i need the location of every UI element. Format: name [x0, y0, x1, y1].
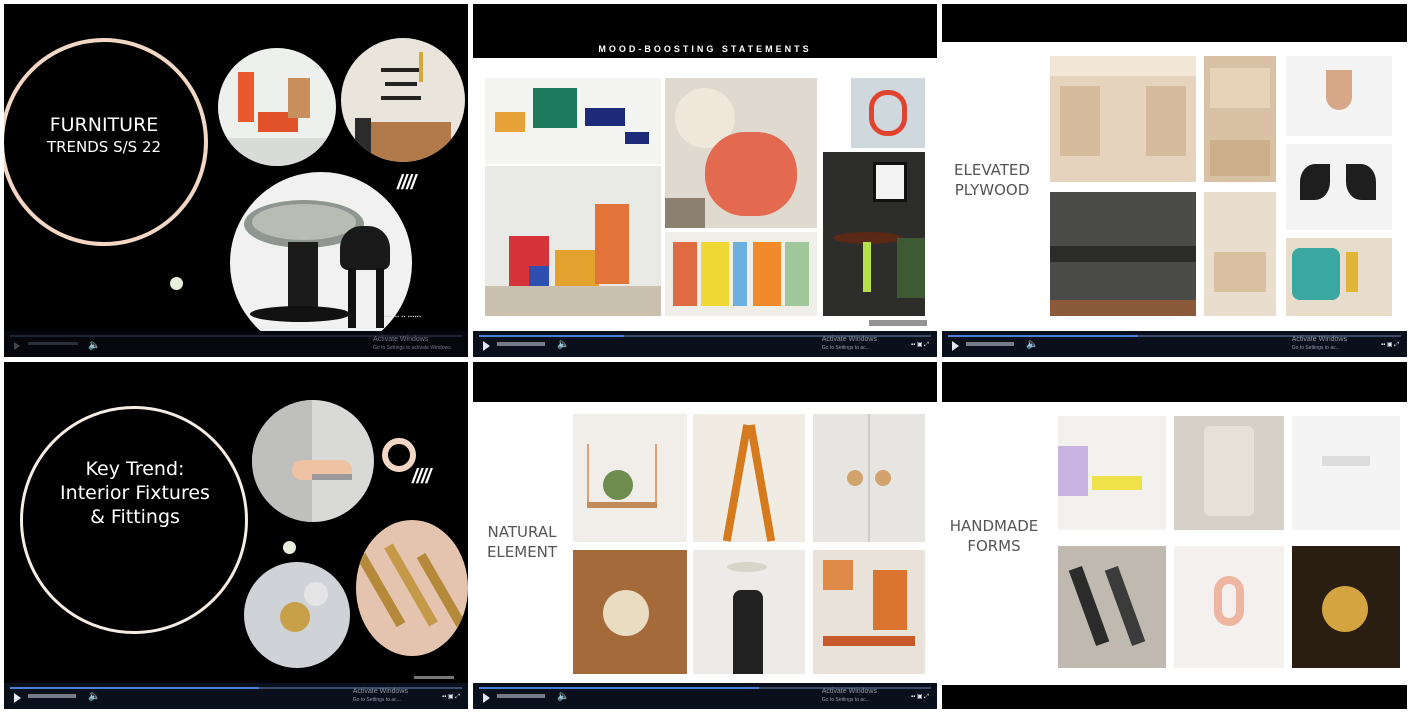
red-chair-photo: [851, 78, 925, 148]
time-readout: [966, 342, 1014, 346]
dining-room-photo: [341, 38, 465, 162]
time-readout: [28, 342, 78, 345]
time-readout: [497, 694, 545, 698]
activate-windows-watermark: Activate Windows Go to Settings to ac...: [821, 688, 877, 703]
side-table-photo: [823, 152, 925, 316]
wood-knobs-photo: [813, 414, 925, 542]
slide-furniture-trends[interactable]: FURNITURE TRENDS S/S 22 //// ▪▪▪▪ ▪▪ ▪▪ …: [4, 4, 468, 357]
kitchen-photo: [1204, 56, 1276, 182]
shop-interior-photo: [1050, 56, 1196, 182]
white-sculpture-photo: [1292, 416, 1400, 530]
volume-icon[interactable]: 🔈: [557, 692, 569, 702]
volume-icon[interactable]: 🔈: [557, 340, 569, 350]
time-readout: [497, 342, 545, 346]
media-player-bar[interactable]: 🔈 Activate Windows Go to Settings to ac.…: [942, 331, 1407, 357]
lounge-chairs-photo: [1286, 144, 1392, 230]
slide-mood-boosting[interactable]: MOOD-BOOSTING STATEMENTS �: [473, 4, 937, 357]
marble-table-photo: [230, 172, 412, 354]
leather-pulls-photo: [813, 550, 925, 674]
slide-title: NATURAL ELEMENT: [486, 523, 558, 562]
seek-fill: [948, 335, 1139, 337]
slide-title: Key Trend: Interior Fixtures & Fittings: [60, 458, 210, 528]
slide-stamp: [414, 676, 454, 679]
volume-icon[interactable]: 🔈: [88, 340, 100, 351]
coat-hook-photo: [693, 550, 805, 674]
colorful-rug-photo: [1286, 238, 1392, 316]
time-readout: [28, 694, 76, 698]
media-player-bar[interactable]: 🔈 Activate Windows Go to Settings to act…: [4, 331, 468, 357]
plywood-vase-photo: [1286, 56, 1392, 136]
lilac-handle-photo: [1058, 416, 1166, 530]
desk-room-photo: [1204, 192, 1276, 316]
seek-fill: [479, 335, 624, 337]
seek-fill: [10, 687, 259, 689]
slide-title: ELEVATED PLYWOOD: [954, 161, 1030, 200]
slide-key-trend[interactable]: Key Trend: Interior Fixtures & Fittings …: [4, 362, 468, 709]
orange-furniture-photo: [218, 48, 336, 166]
green-furniture-photo: [485, 78, 661, 164]
stone-texture-photo: [1174, 416, 1284, 530]
brass-hardware-photo: [244, 562, 350, 668]
volume-icon[interactable]: 🔈: [88, 692, 100, 702]
orange-easel-photo: [693, 414, 805, 542]
storage-cabinets-photo: [665, 232, 817, 316]
slide-elevated-plywood[interactable]: ELEVATED PLYWOOD 🔈 Activate Windows Go t…: [942, 4, 1407, 357]
activate-windows-watermark: Activate Windows Go to Settings to activ…: [373, 336, 452, 351]
player-controls[interactable]: ▪▪ ▣ ⤢: [911, 341, 929, 349]
dark-cabinets-photo: [1050, 192, 1196, 316]
activate-windows-watermark: Activate Windows Go to Settings to ac...: [821, 336, 877, 351]
header-bar: [473, 362, 937, 402]
accent-dot: [170, 277, 183, 290]
media-player-bar[interactable]: 🔈 Activate Windows Go to Settings to ac.…: [4, 683, 468, 709]
door-handle-photo: [252, 400, 374, 522]
slide-title: FURNITURE TRENDS S/S 22: [46, 114, 162, 156]
media-player-bar[interactable]: 🔈 Activate Windows Go to Settings to ac.…: [473, 331, 937, 357]
wall-shelf-photo: [573, 414, 687, 542]
orange-armchair-photo: [665, 78, 817, 228]
slide-title: HANDMADE FORMS: [949, 517, 1039, 556]
play-icon[interactable]: [14, 342, 20, 350]
header-bar: [942, 362, 1407, 402]
gold-knobs-photo: [1292, 546, 1400, 668]
player-controls[interactable]: ▪▪ ▣ ⤢: [442, 693, 460, 701]
play-icon[interactable]: [483, 693, 490, 703]
seek-fill: [479, 687, 760, 689]
slide-handmade-forms[interactable]: HANDMADE FORMS: [942, 362, 1407, 709]
player-controls[interactable]: ▪▪ ▣ ⤢: [911, 693, 929, 701]
photo-caption-tag: [869, 320, 927, 326]
brass-pulls-photo: [356, 520, 468, 656]
slide-header: MOOD-BOOSTING STATEMENTS: [598, 44, 812, 54]
slash-decoration: ////: [397, 172, 416, 194]
dark-handles-photo: [1058, 546, 1166, 668]
colorful-stools-photo: [485, 166, 661, 316]
accent-dot: [283, 541, 296, 554]
pink-hook-photo: [1174, 546, 1284, 668]
header-bar: [942, 4, 1407, 42]
footer-bar: [942, 685, 1407, 709]
play-icon[interactable]: [483, 341, 490, 351]
player-controls[interactable]: ▪▪ ▣ ⤢: [1381, 341, 1399, 349]
slash-decoration: ////: [412, 466, 431, 488]
activate-windows-watermark: Activate Windows Go to Settings to ac...: [1291, 336, 1347, 351]
media-player-bar[interactable]: 🔈 Activate Windows Go to Settings to ac.…: [473, 683, 937, 709]
volume-icon[interactable]: 🔈: [1026, 340, 1038, 350]
slide-stamp: ▪▪▪▪ ▪▪ ▪▪ ▪▪▪▪▪▪: [384, 314, 422, 320]
header-bar: MOOD-BOOSTING STATEMENTS: [473, 4, 937, 58]
small-ring: [382, 438, 416, 472]
rope-knot-knob-photo: [573, 550, 687, 674]
play-icon[interactable]: [952, 341, 959, 351]
activate-windows-watermark: Activate Windows Go to Settings to ac...: [352, 688, 408, 703]
play-icon[interactable]: [14, 693, 21, 703]
slide-natural-element[interactable]: NATURAL ELEMENT 🔈 Activate Windows Go to…: [473, 362, 937, 709]
